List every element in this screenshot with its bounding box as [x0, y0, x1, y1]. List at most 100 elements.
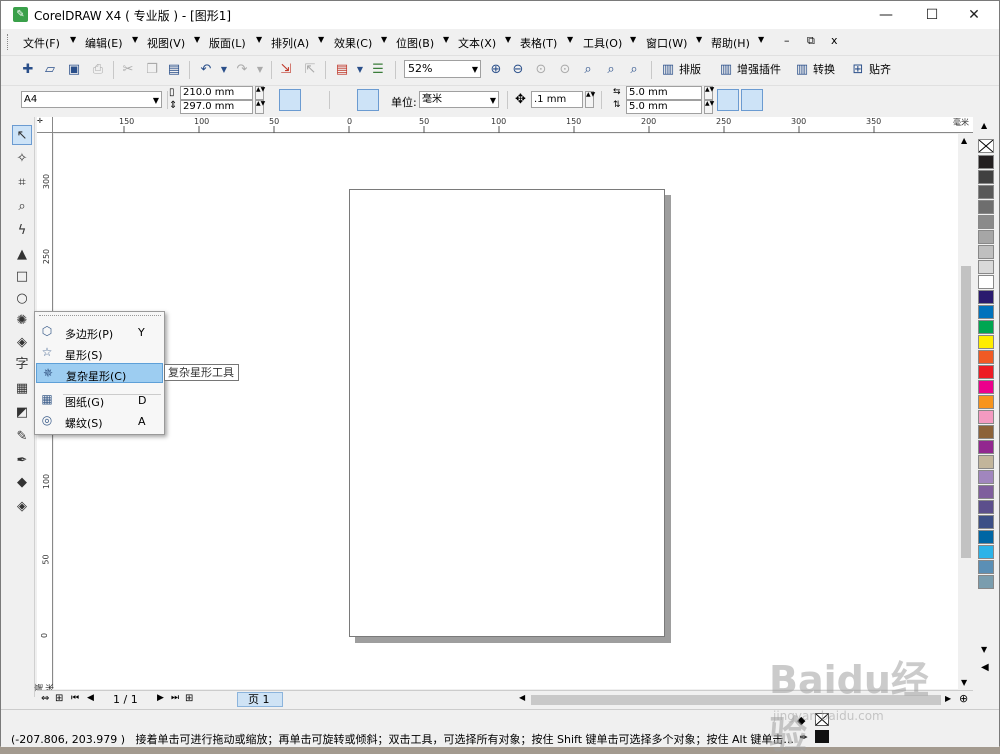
snap-icon[interactable]: ⊞: [849, 61, 867, 79]
previous-page-icon[interactable]: ◀: [87, 693, 94, 703]
palette-swatch[interactable]: [978, 560, 994, 574]
enhance-plugin-button[interactable]: 增强插件: [737, 61, 781, 77]
paper-size-select[interactable]: A4 ▼: [21, 91, 162, 108]
page-height-field[interactable]: 297.0 mm: [180, 100, 253, 114]
duplicate-x-spinner[interactable]: ▲▼: [704, 86, 714, 100]
zoom-out-icon[interactable]: ⊖: [509, 61, 527, 79]
palette-swatch[interactable]: [978, 425, 994, 439]
nudge-spinner[interactable]: ▲▼: [585, 91, 595, 108]
undo-icon[interactable]: ↶: [197, 61, 215, 79]
close-button[interactable]: ✕: [951, 1, 997, 29]
menu-layout[interactable]: 版面(L): [209, 35, 246, 51]
palette-swatch[interactable]: [978, 155, 994, 169]
zoom-height-icon[interactable]: ⌕: [625, 61, 643, 79]
copy-icon[interactable]: ❐: [143, 61, 161, 79]
typeset-icon[interactable]: ▥: [659, 61, 677, 79]
smart-fill-tool-icon[interactable]: ▲: [12, 245, 32, 265]
new-document-icon[interactable]: ✚: [19, 61, 37, 79]
menu-arrange[interactable]: 排列(A): [271, 35, 309, 51]
snap-button[interactable]: 贴齐: [869, 61, 891, 77]
duplicate-x-field[interactable]: 5.0 mm: [626, 86, 702, 100]
duplicate-y-field[interactable]: 5.0 mm: [626, 100, 702, 114]
ellipse-tool-icon[interactable]: ○: [12, 289, 32, 309]
palette-swatch[interactable]: [978, 275, 994, 289]
zoom-all-icon[interactable]: ⊙: [556, 61, 574, 79]
palette-swatch[interactable]: [978, 185, 994, 199]
menu-text[interactable]: 文本(X): [458, 35, 496, 51]
palette-expand-icon[interactable]: ◀: [981, 662, 989, 673]
freehand-tool-icon[interactable]: ϟ: [12, 221, 32, 241]
palette-swatch[interactable]: [978, 485, 994, 499]
document-restore-button[interactable]: ⧉: [807, 34, 815, 48]
palette-swatch[interactable]: [978, 545, 994, 559]
minimize-button[interactable]: —: [863, 1, 909, 29]
interactive-blend-tool-icon[interactable]: ◩: [12, 403, 32, 423]
all-pages-button[interactable]: [333, 89, 355, 111]
flyout-grip[interactable]: [39, 315, 161, 318]
interactive-fill-tool-icon[interactable]: ◈: [12, 497, 32, 517]
add-page-after-icon[interactable]: ⊞: [185, 693, 193, 704]
page-width-field[interactable]: 210.0 mm: [180, 86, 253, 100]
menu-table[interactable]: 表格(T): [520, 35, 557, 51]
horizontal-ruler[interactable]: 150 100 50 0 50 100 150 200 250 300 350 …: [53, 117, 973, 133]
zoom-level-select[interactable]: 52% ▼: [404, 60, 481, 78]
eyedropper-tool-icon[interactable]: ✎: [12, 427, 32, 447]
zoom-tool-icon[interactable]: ⌕: [12, 197, 32, 217]
zoom-in-icon[interactable]: ⊕: [487, 61, 505, 79]
palette-swatch[interactable]: [978, 500, 994, 514]
palette-swatch[interactable]: [978, 170, 994, 184]
portrait-button[interactable]: [279, 89, 301, 111]
palette-swatch[interactable]: [978, 335, 994, 349]
palette-swatch[interactable]: [978, 365, 994, 379]
palette-swatch[interactable]: [978, 455, 994, 469]
pick-tool-icon[interactable]: ↖: [12, 125, 32, 145]
menu-view[interactable]: 视图(V): [147, 35, 185, 51]
menu-help[interactable]: 帮助(H): [711, 35, 750, 51]
export-icon[interactable]: ⇱: [301, 61, 319, 79]
rectangle-tool-icon[interactable]: □: [12, 267, 32, 287]
first-page-icon[interactable]: ⏮: [71, 693, 79, 703]
palette-swatch[interactable]: [978, 395, 994, 409]
add-page-before-icon[interactable]: ⊞: [55, 693, 63, 704]
zoom-selected-icon[interactable]: ⊙: [532, 61, 550, 79]
scroll-up-icon[interactable]: ▲: [961, 136, 967, 145]
menu-tools[interactable]: 工具(O): [583, 35, 622, 51]
palette-swatch[interactable]: [978, 380, 994, 394]
launcher-chevron-icon[interactable]: ▼: [351, 61, 369, 79]
palette-swatch[interactable]: [978, 440, 994, 454]
page-tab-1[interactable]: 页 1: [237, 692, 283, 707]
flyout-item-complex-star[interactable]: ✵ 复杂星形(C): [36, 363, 163, 383]
palette-scroll-up-icon[interactable]: ▲: [981, 121, 987, 130]
menu-window[interactable]: 窗口(W): [646, 35, 687, 51]
vertical-scrollbar[interactable]: ▲ ▼: [958, 134, 973, 689]
scroll-left-icon[interactable]: ◀: [519, 693, 525, 702]
unit-select[interactable]: 毫米 ▼: [419, 91, 499, 108]
redo-icon[interactable]: ↷: [233, 61, 251, 79]
menu-edit[interactable]: 编辑(E): [85, 35, 123, 51]
open-folder-icon[interactable]: ▱: [41, 61, 59, 79]
print-icon[interactable]: ⎙: [89, 61, 107, 79]
ruler-origin[interactable]: ✛: [37, 117, 53, 133]
polygon-tool-icon[interactable]: ✺: [12, 311, 32, 331]
menu-file[interactable]: 文件(F): [23, 35, 60, 51]
palette-swatch[interactable]: [978, 530, 994, 544]
fill-tool-icon[interactable]: ◆: [12, 473, 32, 493]
vertical-scroll-thumb[interactable]: [961, 266, 971, 558]
scroll-down-icon[interactable]: ▼: [961, 678, 967, 687]
redo-chevron-icon[interactable]: ▼: [251, 61, 269, 79]
palette-swatch[interactable]: [978, 215, 994, 229]
palette-swatch[interactable]: [978, 470, 994, 484]
convert-icon[interactable]: ▥: [793, 61, 811, 79]
next-page-icon[interactable]: ▶: [157, 693, 164, 703]
flyout-item-graph-paper[interactable]: ▦ 图纸(G) D: [36, 390, 163, 410]
palette-swatch[interactable]: [978, 410, 994, 424]
palette-swatch[interactable]: [978, 290, 994, 304]
document-page[interactable]: [349, 189, 665, 637]
maximize-button[interactable]: ☐: [909, 1, 955, 29]
palette-swatch[interactable]: [978, 230, 994, 244]
basic-shapes-tool-icon[interactable]: ◈: [12, 333, 32, 353]
paste-icon[interactable]: ▤: [165, 61, 183, 79]
cut-icon[interactable]: ✂: [119, 61, 137, 79]
crop-tool-icon[interactable]: ⌗: [12, 173, 32, 193]
convert-button[interactable]: 转换: [813, 61, 835, 77]
